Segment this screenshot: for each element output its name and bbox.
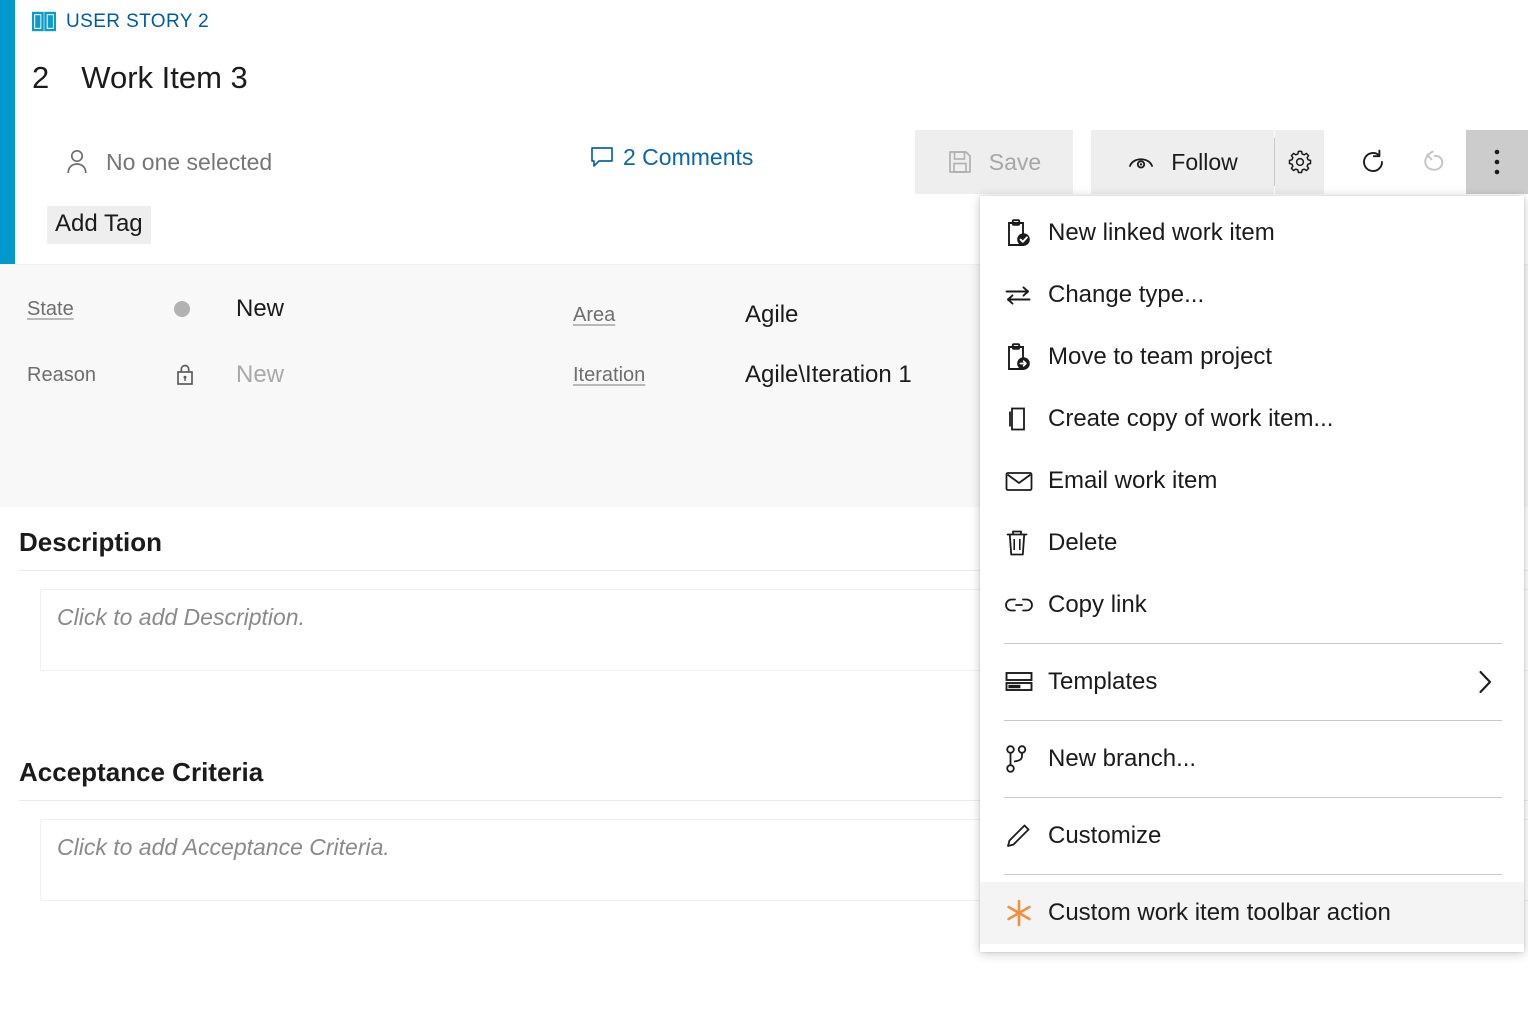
undo-button[interactable] (1404, 130, 1466, 194)
menu-separator (1004, 874, 1502, 875)
work-item-type-row: USER STORY 2 (32, 11, 209, 33)
menu-item-label: Templates (1048, 668, 1468, 696)
pencil-icon (1004, 822, 1048, 850)
menu-item-label: Customize (1048, 822, 1502, 850)
menu-item-new-linked-work-item[interactable]: New linked work item (980, 202, 1524, 264)
follow-settings-button[interactable] (1275, 130, 1324, 194)
save-button-label: Save (989, 149, 1041, 176)
trash-icon (1004, 528, 1048, 558)
comments-count-label: 2 Comments (623, 144, 753, 171)
follow-button-label: Follow (1171, 149, 1237, 176)
book-icon (32, 11, 56, 33)
toolbar-button-group: Save Follow (915, 130, 1528, 194)
menu-item-change-type[interactable]: Change type... (980, 264, 1524, 326)
refresh-button[interactable] (1342, 130, 1404, 194)
acceptance-criteria-placeholder: Click to add Acceptance Criteria. (57, 834, 390, 861)
clipboard-move-icon (1004, 342, 1048, 372)
clipboard-check-icon (1004, 218, 1048, 248)
menu-separator (1004, 720, 1502, 721)
more-actions-context-menu: New linked work item Change type... (980, 196, 1524, 952)
save-button[interactable]: Save (915, 130, 1073, 194)
eye-icon (1127, 152, 1155, 172)
swap-arrows-icon (1004, 283, 1048, 307)
field-area-label: Area (573, 304, 745, 327)
menu-item-custom-work-item-toolbar-action[interactable]: Custom work item toolbar action (980, 882, 1524, 944)
save-disk-icon (947, 149, 973, 175)
field-state-label: State (27, 298, 174, 321)
assigned-to-field[interactable]: No one selected (64, 142, 272, 182)
comment-icon (590, 146, 614, 169)
more-vertical-icon (1493, 147, 1501, 177)
menu-item-email-work-item[interactable]: Email work item (980, 450, 1524, 512)
menu-item-label: Email work item (1048, 467, 1502, 495)
description-placeholder: Click to add Description. (57, 604, 305, 631)
follow-button[interactable]: Follow (1091, 130, 1274, 194)
person-icon (64, 148, 90, 176)
menu-item-label: Delete (1048, 529, 1502, 557)
menu-item-label: Create copy of work item... (1048, 405, 1502, 433)
state-dot (174, 301, 236, 317)
field-state-value[interactable]: New (236, 295, 284, 323)
asterisk-icon (1004, 898, 1048, 928)
field-iteration: Iteration Agile\Iteration 1 (573, 361, 912, 389)
add-tag-button[interactable]: Add Tag (47, 206, 151, 244)
field-reason: Reason New (27, 361, 284, 389)
undo-icon (1421, 149, 1449, 175)
link-icon (1004, 595, 1048, 615)
field-reason-label: Reason (27, 364, 174, 387)
assigned-to-value: No one selected (106, 149, 272, 176)
more-actions-button[interactable] (1466, 130, 1528, 194)
menu-separator (1004, 643, 1502, 644)
copy-icon (1004, 405, 1048, 433)
work-item-type-accent-bar (0, 0, 15, 264)
menu-item-templates[interactable]: Templates (980, 651, 1524, 713)
menu-item-label: New branch... (1048, 745, 1502, 773)
refresh-icon (1359, 148, 1387, 176)
field-area: Area Agile (573, 301, 798, 329)
work-item-type-label: USER STORY 2 (66, 11, 209, 33)
menu-item-delete[interactable]: Delete (980, 512, 1524, 574)
branch-icon (1004, 744, 1048, 774)
gear-icon (1287, 149, 1313, 175)
lock-icon (174, 362, 236, 388)
menu-item-copy-link[interactable]: Copy link (980, 574, 1524, 636)
menu-item-customize[interactable]: Customize (980, 805, 1524, 867)
field-state: State New (27, 295, 284, 323)
mail-icon (1004, 469, 1048, 493)
menu-separator (1004, 797, 1502, 798)
menu-item-move-to-team-project[interactable]: Move to team project (980, 326, 1524, 388)
field-iteration-label: Iteration (573, 364, 745, 387)
menu-item-label: New linked work item (1048, 219, 1502, 247)
menu-item-label: Change type... (1048, 281, 1502, 309)
menu-item-label: Custom work item toolbar action (1048, 899, 1502, 927)
work-item-id: 2 (32, 60, 49, 96)
tags-row: Add Tag (47, 206, 151, 244)
work-item-title[interactable]: Work Item 3 (81, 60, 248, 96)
field-area-value[interactable]: Agile (745, 301, 798, 329)
chevron-right-icon (1468, 668, 1502, 696)
work-item-form: USER STORY 2 2 Work Item 3 No one select… (0, 0, 1528, 1026)
menu-item-create-copy-of-work-item[interactable]: Create copy of work item... (980, 388, 1524, 450)
comments-link[interactable]: 2 Comments (590, 144, 753, 171)
field-reason-value: New (236, 361, 284, 389)
work-item-toolbar: No one selected 2 Comments (32, 130, 1528, 194)
templates-icon (1004, 670, 1048, 694)
menu-item-label: Copy link (1048, 591, 1502, 619)
field-iteration-value[interactable]: Agile\Iteration 1 (745, 361, 912, 389)
menu-item-new-branch[interactable]: New branch... (980, 728, 1524, 790)
work-item-title-row: 2 Work Item 3 (32, 60, 248, 96)
menu-item-label: Move to team project (1048, 343, 1502, 371)
